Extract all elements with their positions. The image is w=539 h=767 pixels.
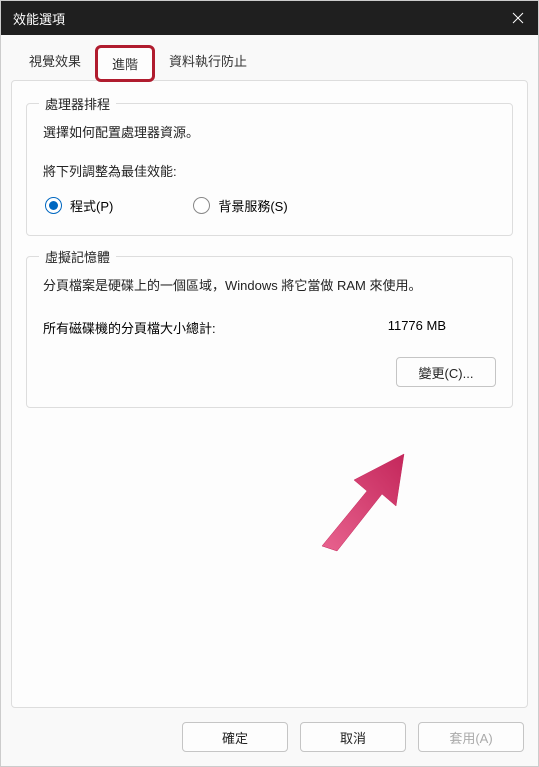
radio-background-label: 背景服務(S) <box>218 196 287 215</box>
dialog-footer: 確定 取消 套用(A) <box>1 708 538 766</box>
tab-advanced[interactable]: 進階 <box>95 45 155 82</box>
vm-total-label: 所有磁碟機的分頁檔大小總計: <box>43 318 216 337</box>
processor-legend: 處理器排程 <box>39 94 116 113</box>
radio-row: 程式(P) 背景服務(S) <box>45 196 496 215</box>
window-title: 效能選項 <box>13 9 65 28</box>
apply-button: 套用(A) <box>418 722 524 752</box>
vm-desc: 分頁檔案是硬碟上的一個區域，Windows 將它當做 RAM 來使用。 <box>43 275 496 294</box>
radio-programs-label: 程式(P) <box>70 196 113 215</box>
virtual-memory-group: 虛擬記憶體 分頁檔案是硬碟上的一個區域，Windows 將它當做 RAM 來使用… <box>26 256 513 408</box>
tab-panel-advanced: 處理器排程 選擇如何配置處理器資源。 將下列調整為最佳效能: 程式(P) 背景服… <box>11 80 528 708</box>
titlebar: 效能選項 <box>1 1 538 35</box>
content-area: 視覺效果 進階 資料執行防止 處理器排程 選擇如何配置處理器資源。 將下列調整為… <box>1 35 538 708</box>
tab-strip: 視覺效果 進階 資料執行防止 <box>15 45 528 82</box>
processor-scheduling-group: 處理器排程 選擇如何配置處理器資源。 將下列調整為最佳效能: 程式(P) 背景服… <box>26 103 513 236</box>
adjust-label: 將下列調整為最佳效能: <box>43 161 496 180</box>
vm-legend: 虛擬記憶體 <box>39 247 116 266</box>
radio-programs[interactable]: 程式(P) <box>45 196 113 215</box>
close-button[interactable] <box>498 1 538 35</box>
performance-options-dialog: 效能選項 視覺效果 進階 資料執行防止 處理器排程 選擇如何配置處理器資源。 將… <box>0 0 539 767</box>
annotation-arrow-icon <box>312 446 412 556</box>
tab-visual-effects[interactable]: 視覺效果 <box>15 45 95 82</box>
radio-icon <box>45 197 62 214</box>
radio-icon <box>193 197 210 214</box>
radio-background[interactable]: 背景服務(S) <box>193 196 287 215</box>
vm-button-row: 變更(C)... <box>43 357 496 387</box>
cancel-button[interactable]: 取消 <box>300 722 406 752</box>
ok-button[interactable]: 確定 <box>182 722 288 752</box>
tab-dep[interactable]: 資料執行防止 <box>155 45 261 82</box>
close-icon <box>512 12 524 24</box>
change-button[interactable]: 變更(C)... <box>396 357 496 387</box>
vm-total-value: 11776 MB <box>388 318 446 337</box>
vm-total-row: 所有磁碟機的分頁檔大小總計: 11776 MB <box>43 318 496 337</box>
processor-desc: 選擇如何配置處理器資源。 <box>43 122 496 141</box>
